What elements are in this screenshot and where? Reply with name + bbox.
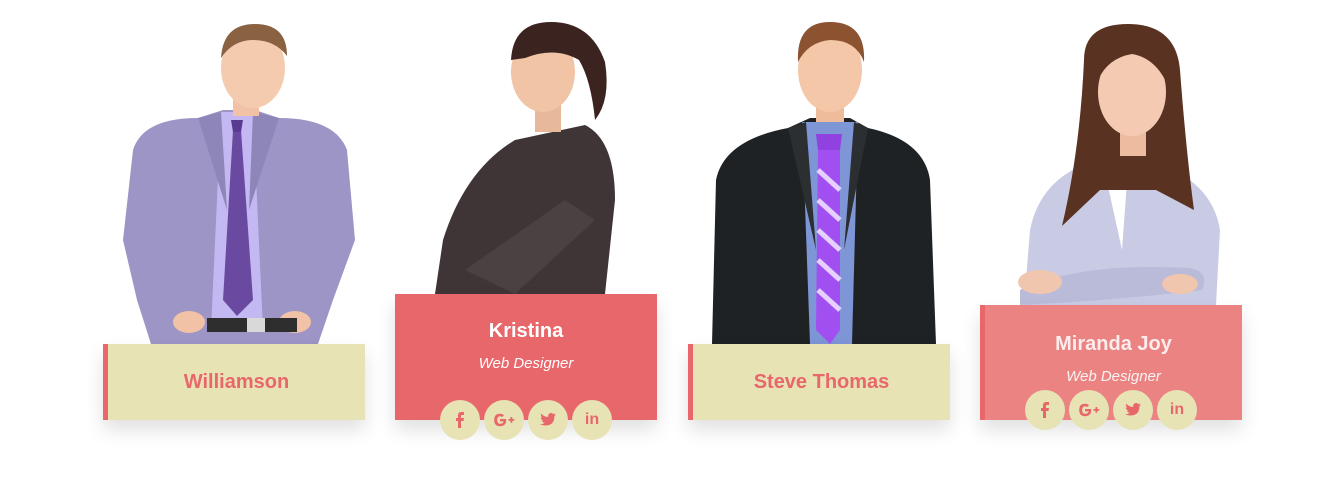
linkedin-icon[interactable]: in	[1157, 390, 1197, 430]
facebook-icon[interactable]	[440, 400, 480, 440]
member-name: Kristina	[488, 320, 564, 342]
member-card: Steve Thomas	[688, 344, 950, 420]
person-photo	[1018, 24, 1220, 305]
team-member-steve-thomas: Steve Thomas	[688, 0, 950, 420]
social-links: in	[980, 390, 1242, 430]
member-name: Steve Thomas	[753, 371, 890, 393]
team-member-kristina: Kristina Web Designer in	[395, 0, 657, 440]
linkedin-label: in	[584, 411, 600, 428]
twitter-icon[interactable]	[528, 400, 568, 440]
person-photo	[712, 22, 936, 344]
facebook-icon[interactable]	[1025, 390, 1065, 430]
team-member-williamson: Williamson	[103, 0, 365, 420]
member-role: Web Designer	[478, 355, 574, 372]
member-role: Web Designer	[1066, 368, 1161, 385]
social-links: in	[395, 400, 657, 440]
member-name: Williamson	[183, 371, 290, 393]
twitter-icon[interactable]	[1113, 390, 1153, 430]
linkedin-icon[interactable]: in	[572, 400, 612, 440]
google-plus-icon[interactable]	[484, 400, 524, 440]
google-plus-icon[interactable]	[1069, 390, 1109, 430]
person-photo	[123, 24, 355, 344]
team-member-miranda-joy: Miranda Joy Web Designer in	[980, 0, 1242, 440]
member-card: Williamson	[103, 344, 365, 420]
linkedin-label: in	[1169, 401, 1185, 418]
member-name: Miranda Joy	[1055, 333, 1172, 355]
person-photo	[435, 22, 615, 294]
